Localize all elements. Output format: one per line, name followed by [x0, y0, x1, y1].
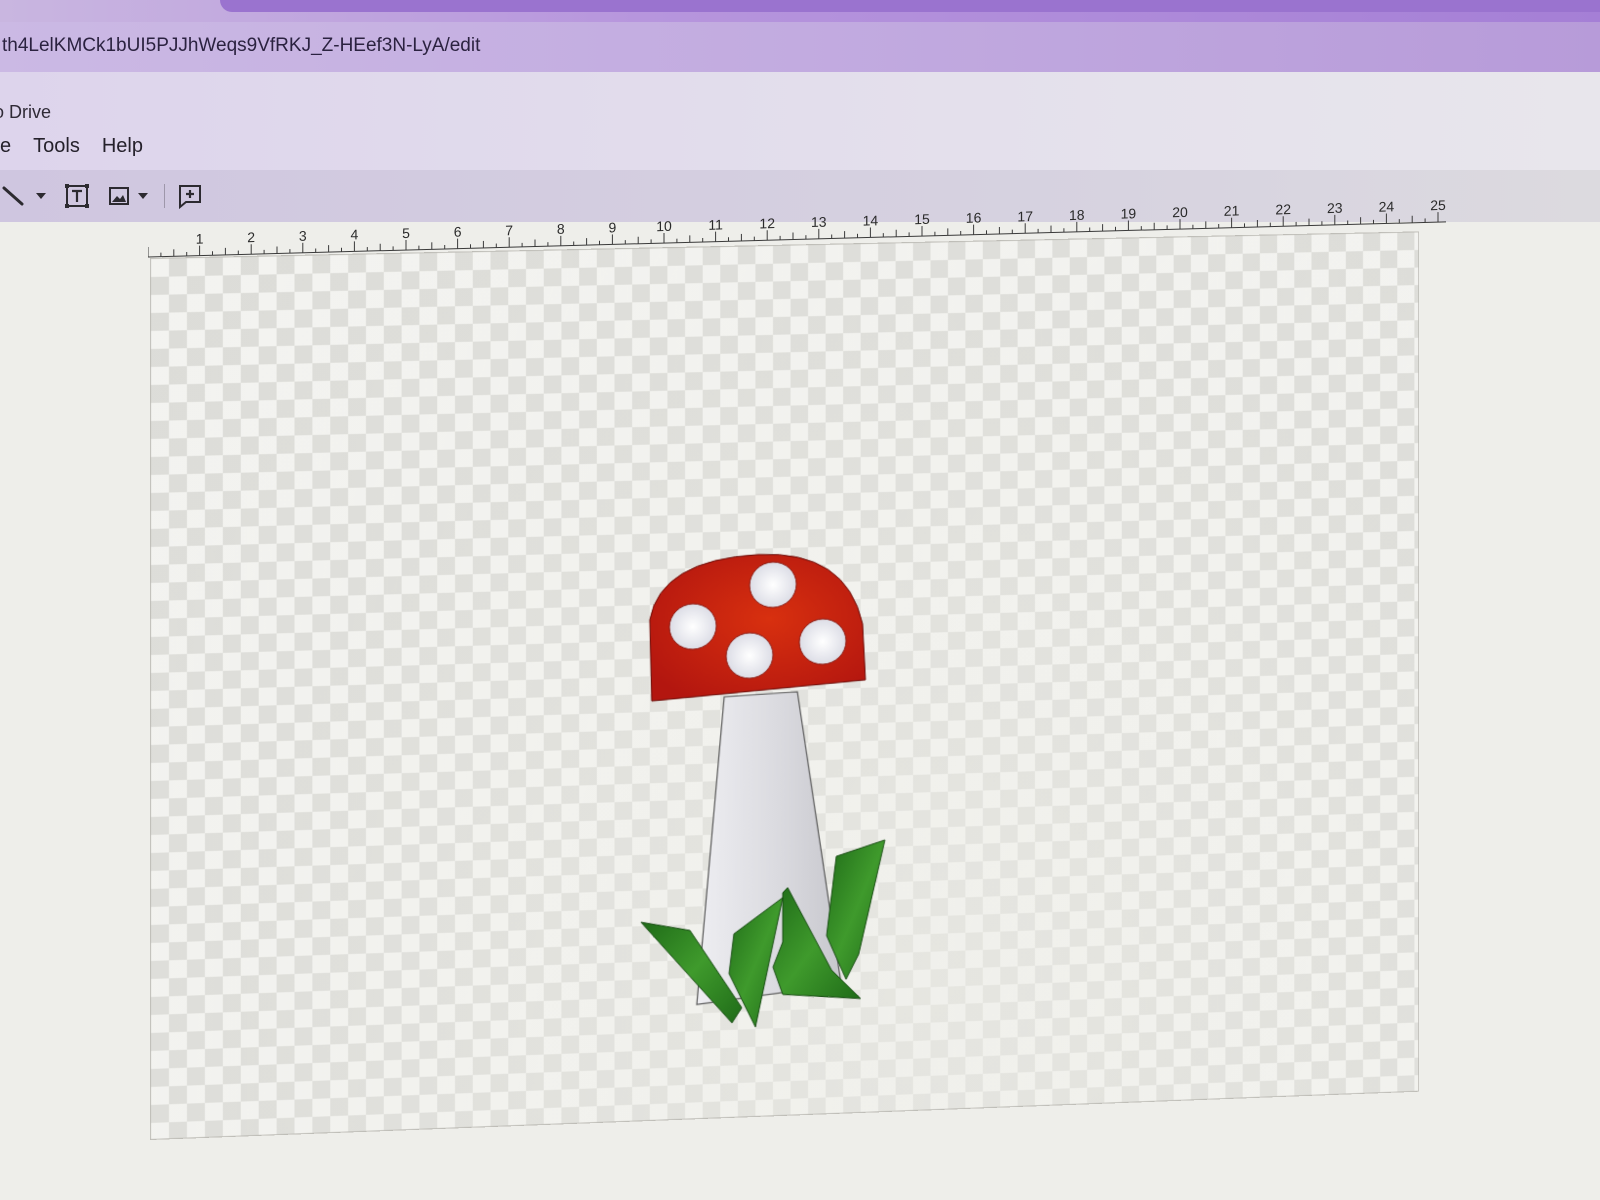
ruler-label: 13 — [811, 214, 827, 230]
ruler-label: 19 — [1121, 205, 1137, 221]
ruler-label: 2 — [247, 229, 255, 245]
ruler-label: 11 — [708, 216, 723, 232]
ruler-label: 18 — [1069, 207, 1085, 223]
ruler-label: 16 — [966, 209, 982, 225]
ruler-label: 14 — [863, 212, 879, 228]
cap-spot[interactable] — [726, 632, 773, 679]
ruler-label: 17 — [1017, 208, 1033, 224]
mushroom-drawing[interactable] — [151, 232, 1418, 1139]
text-box-icon[interactable] — [62, 182, 92, 210]
browser-tab-strip — [0, 0, 1600, 22]
ruler-label: 6 — [454, 224, 462, 240]
ruler-label: 15 — [914, 211, 930, 227]
menu-item-tools[interactable]: Tools — [22, 132, 91, 160]
url-text[interactable]: th4LelKMCk1bUI5PJJhWeqs9VfRKJ_Z-HEef3N-L… — [2, 35, 480, 57]
dropdown-caret-icon[interactable] — [136, 182, 150, 210]
ruler-label: 4 — [351, 226, 359, 242]
cap-spot[interactable] — [750, 561, 797, 608]
menu-item-partial[interactable]: e — [0, 132, 22, 160]
ruler-label: 1 — [196, 230, 204, 246]
ruler-label: 24 — [1379, 198, 1395, 214]
breadcrumb-drive[interactable]: o Drive — [0, 102, 51, 123]
line-icon[interactable] — [0, 182, 28, 210]
add-comment-icon[interactable] — [176, 182, 204, 210]
app-header: o Drive e Tools Help — [0, 72, 1600, 170]
cap-spot[interactable] — [799, 618, 846, 665]
cap-spot[interactable] — [669, 603, 716, 650]
dropdown-caret-icon[interactable] — [34, 182, 48, 210]
toolbar-divider — [164, 184, 165, 208]
ruler-label: 7 — [505, 222, 513, 238]
ruler-label: 25 — [1430, 197, 1446, 213]
ruler-label: 23 — [1327, 200, 1343, 216]
ruler-label: 5 — [402, 225, 410, 241]
ruler-label: 21 — [1224, 202, 1240, 218]
ruler-label: 20 — [1172, 204, 1188, 220]
ruler-label: 8 — [557, 221, 565, 237]
drawing-canvas[interactable] — [150, 231, 1420, 1141]
ruler-label: 12 — [759, 215, 775, 231]
ruler-label: 22 — [1275, 201, 1291, 217]
ruler-label: 3 — [299, 228, 307, 244]
ruler-label: 10 — [656, 218, 672, 234]
image-icon[interactable] — [106, 182, 132, 210]
menu-item-help[interactable]: Help — [91, 132, 154, 160]
menu-bar: e Tools Help — [0, 132, 154, 160]
ruler-label: 9 — [609, 219, 617, 235]
browser-address-bar[interactable]: th4LelKMCk1bUI5PJJhWeqs9VfRKJ_Z-HEef3N-L… — [0, 22, 1600, 72]
browser-active-tab[interactable] — [220, 0, 1600, 12]
